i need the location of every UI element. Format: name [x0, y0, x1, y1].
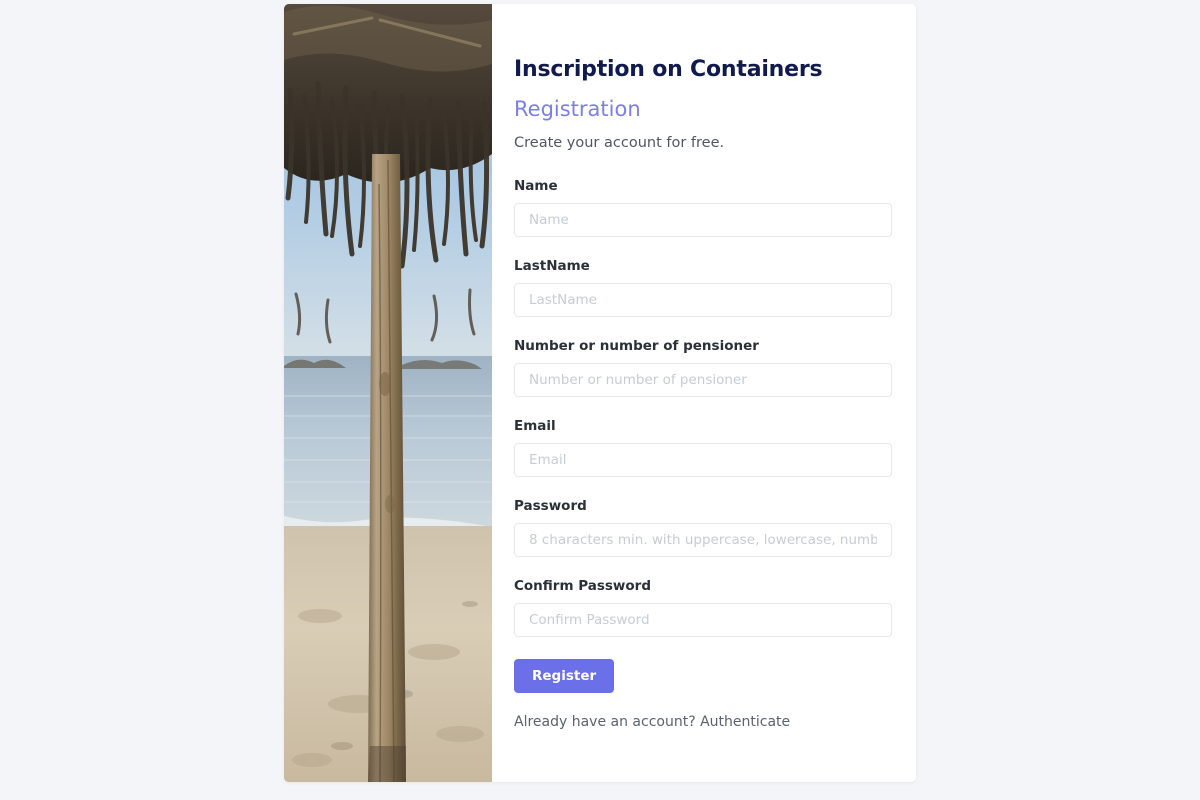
confirm-password-input[interactable]	[514, 603, 892, 637]
page-lede: Create your account for free.	[514, 135, 725, 151]
field-email: Email	[514, 417, 892, 477]
signin-prompt: Already have an account? Authenticate	[514, 713, 892, 732]
registration-card: Inscription on Containers Registration C…	[284, 4, 916, 782]
field-password: Password	[514, 497, 892, 557]
pensioner-number-input[interactable]	[514, 363, 892, 397]
label-lastname: LastName	[514, 258, 590, 274]
field-lastname: LastName	[514, 257, 892, 317]
page-subtitle: Registration	[514, 97, 641, 121]
field-pensioner-number: Number or number of pensioner	[514, 337, 892, 397]
label-confirm-password: Confirm Password	[514, 578, 652, 594]
name-input[interactable]	[514, 203, 892, 237]
label-pensioner-number: Number or number of pensioner	[514, 338, 759, 354]
register-button[interactable]: Register	[514, 659, 615, 693]
label-name: Name	[514, 178, 558, 194]
signin-prompt-text: Already have an account?	[514, 714, 701, 730]
field-name: Name	[514, 177, 892, 237]
authenticate-link[interactable]: Authenticate	[700, 714, 790, 730]
email-input[interactable]	[514, 443, 892, 477]
registration-page: Inscription on Containers Registration C…	[0, 0, 1200, 800]
page-title: Inscription on Containers	[514, 57, 823, 82]
field-confirm-password: Confirm Password	[514, 577, 892, 637]
form-actions: Register	[514, 659, 892, 693]
beach-palapa-photo	[284, 4, 492, 782]
registration-form-panel: Inscription on Containers Registration C…	[492, 4, 916, 782]
registration-form: Name LastName Number or number of pensio…	[514, 177, 892, 732]
label-password: Password	[514, 498, 587, 514]
password-input[interactable]	[514, 523, 892, 557]
lastname-input[interactable]	[514, 283, 892, 317]
label-email: Email	[514, 418, 556, 434]
